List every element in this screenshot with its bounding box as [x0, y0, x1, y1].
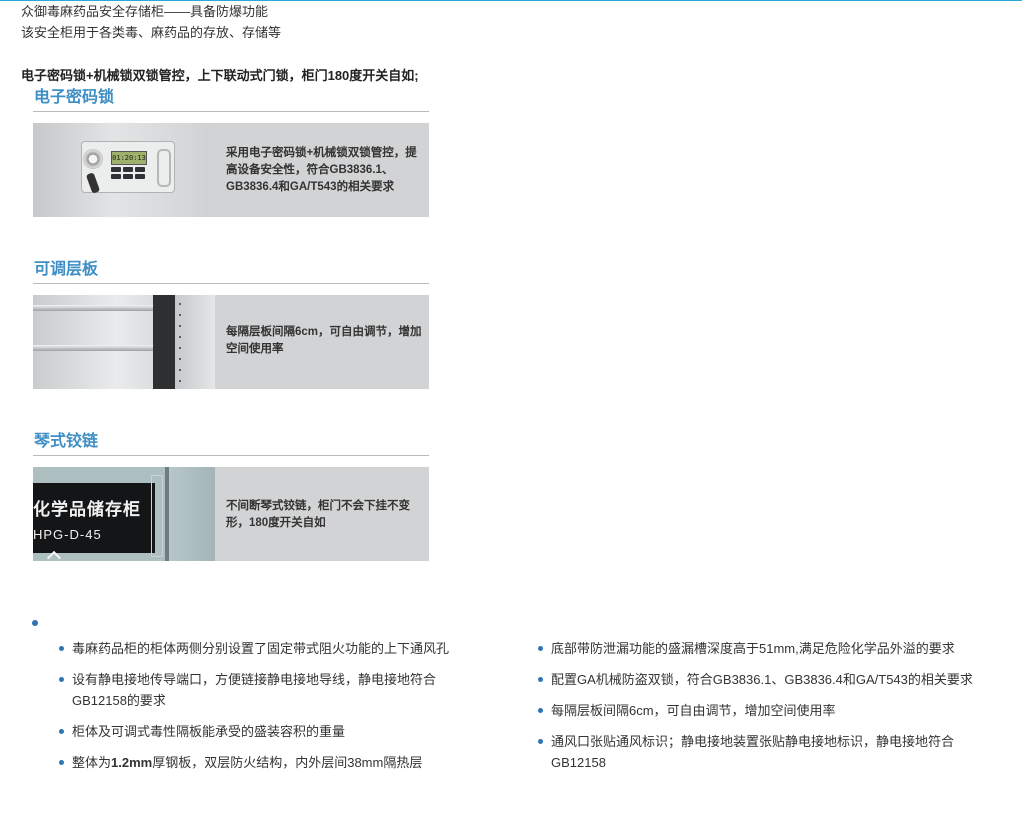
- lock-display: 01:20:13: [111, 151, 147, 165]
- feature-panel: 化学品储存柜 HPG-D-45 不间断琴式铰链，柜门不会下挂不变形，180度开关…: [33, 467, 429, 561]
- handle-icon: [157, 149, 171, 187]
- feature-description: 不间断琴式铰链，柜门不会下挂不变形，180度开关自如: [226, 500, 410, 529]
- divider: [33, 283, 429, 284]
- feature-description: 采用电子密码锁+机械锁双锁管控，提高设备安全性，符合GB3836.1、GB383…: [226, 147, 417, 193]
- spec-list-right: 底部带防泄漏功能的盛漏槽深度高于51mm,满足危险化学品外溢的要求 配置GA机械…: [538, 638, 1003, 783]
- label-frame: [151, 475, 163, 557]
- cabinet-hinge-image: 化学品储存柜 HPG-D-45: [33, 467, 215, 561]
- list-item: 设有静电接地传导端口，方便链接静电接地导线，静电接地符合GB12158的要求: [59, 669, 484, 711]
- feature-panel: 每隔层板间隔6cm，可自由调节，增加空间使用率: [33, 295, 429, 389]
- cabinet-label-model: HPG-D-45: [33, 527, 102, 542]
- feature-title: 琴式铰链: [34, 433, 99, 450]
- feature-title: 可调层板: [34, 261, 99, 278]
- list-item-text: 整体为: [72, 755, 112, 770]
- shelf-side-panel: [175, 295, 215, 389]
- spec-list-left: 毒麻药品柜的柜体两侧分别设置了固定带式阻火功能的上下通风孔 设有静电接地传导端口…: [59, 638, 484, 783]
- intro-title: 众御毒麻药品安全存储柜——具备防爆功能: [21, 4, 269, 19]
- feature-adjustable-shelf: 可调层板 每隔层板间隔6cm，可自由调节，增加空间使用率: [33, 260, 429, 389]
- feature-title: 电子密码锁: [34, 89, 115, 106]
- list-item: 每隔层板间隔6cm，可自由调节，增加空间使用率: [538, 700, 1003, 721]
- list-item-text: 厚钢板，双层防火结构，内外层间38mm隔热层: [152, 755, 423, 770]
- list-item: 通风口张贴通风标识；静电接地装置张贴静电接地标识，静电接地符合GB12158: [538, 731, 1003, 773]
- feature-electronic-lock: 电子密码锁 01:20:13 采用电子密码锁+机械锁双锁管控，提高设备安全性，符…: [33, 88, 429, 217]
- electronic-lock-image: 01:20:13: [33, 123, 215, 217]
- cabinet-side: [169, 467, 215, 561]
- list-item-emphasis: 1.2mm: [111, 755, 153, 770]
- list-item: 毒麻药品柜的柜体两侧分别设置了固定带式阻火功能的上下通风孔: [59, 638, 484, 659]
- divider: [33, 455, 429, 456]
- feature-piano-hinge: 琴式铰链 化学品储存柜 HPG-D-45 不间断琴式铰链，柜门不会下挂不变形，1…: [33, 432, 429, 561]
- divider: [33, 111, 429, 112]
- keypad-icon: [111, 167, 147, 187]
- top-accent-line: [0, 0, 1022, 1]
- list-item: 配置GA机械防盗双锁，符合GB3836.1、GB3836.4和GA/T543的相…: [538, 669, 1003, 690]
- list-item: 底部带防泄漏功能的盛漏槽深度高于51mm,满足危险化学品外溢的要求: [538, 638, 1003, 659]
- feature-headline: 电子密码锁+机械锁双锁管控，上下联动式门锁，柜门180度开关自如;: [21, 68, 419, 83]
- feature-description: 每隔层板间隔6cm，可自由调节，增加空间使用率: [226, 326, 422, 355]
- shelf-edge: [153, 295, 175, 389]
- adjustable-shelf-image: [33, 295, 215, 389]
- list-item: 柜体及可调式毒性隔板能承受的盛装容积的重量: [59, 721, 484, 742]
- bullet-icon: [32, 620, 38, 626]
- adjustment-holes-icon: [179, 303, 181, 383]
- lock-dial-icon: [83, 149, 103, 169]
- feature-panel: 01:20:13 采用电子密码锁+机械锁双锁管控，提高设备安全性，符合GB383…: [33, 123, 429, 217]
- list-item: 整体为1.2mm厚钢板，双层防火结构，内外层间38mm隔热层: [59, 752, 484, 773]
- cabinet-label-name: 化学品储存柜: [33, 500, 141, 519]
- cabinet-label: 化学品储存柜 HPG-D-45: [33, 483, 155, 553]
- intro-description: 该安全柜用于各类毒、麻药品的存放、存储等: [21, 25, 282, 40]
